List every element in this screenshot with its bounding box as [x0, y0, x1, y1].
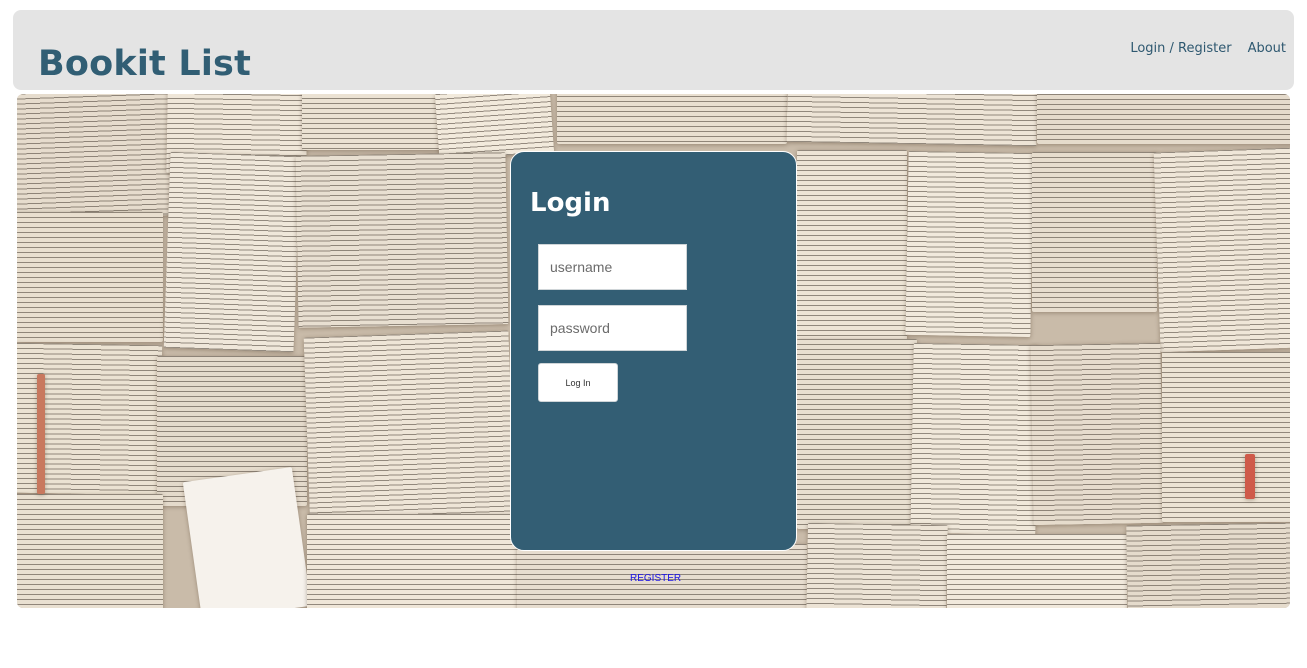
- book-page: [905, 150, 1034, 338]
- book-page: [303, 330, 516, 538]
- nav-about-link[interactable]: About: [1248, 41, 1286, 56]
- book-page: [806, 522, 948, 608]
- register-link[interactable]: REGISTER: [630, 573, 681, 584]
- book-page: [910, 342, 1039, 536]
- nav-login-register-link[interactable]: Login / Register: [1130, 41, 1231, 56]
- site-title: Bookit List: [38, 44, 252, 84]
- book-page: [17, 212, 163, 342]
- login-card: Login Log In: [510, 151, 797, 551]
- book-page: [797, 339, 917, 529]
- book-page: [1037, 94, 1290, 144]
- book-page: [797, 150, 907, 340]
- login-title: Login: [530, 188, 611, 218]
- book-page: [17, 94, 174, 221]
- login-button[interactable]: Log In: [538, 363, 618, 402]
- book-page: [1153, 147, 1290, 353]
- book-edge: [1245, 454, 1255, 499]
- password-input[interactable]: [538, 305, 687, 351]
- book-page: [307, 514, 517, 608]
- book-edge: [37, 374, 45, 494]
- book-page: [295, 152, 509, 328]
- book-page: [182, 467, 312, 608]
- book-page: [947, 534, 1127, 608]
- book-page: [17, 494, 163, 608]
- book-page: [1032, 152, 1157, 312]
- site-header: Bookit List Login / Register About: [13, 10, 1294, 90]
- main-nav: Login / Register About: [1114, 41, 1294, 56]
- book-page: [786, 94, 1038, 147]
- book-page: [1162, 352, 1290, 522]
- book-page: [1030, 342, 1164, 526]
- book-page: [1126, 522, 1290, 608]
- book-page: [163, 151, 301, 353]
- book-page: [557, 94, 787, 144]
- username-input[interactable]: [538, 244, 687, 290]
